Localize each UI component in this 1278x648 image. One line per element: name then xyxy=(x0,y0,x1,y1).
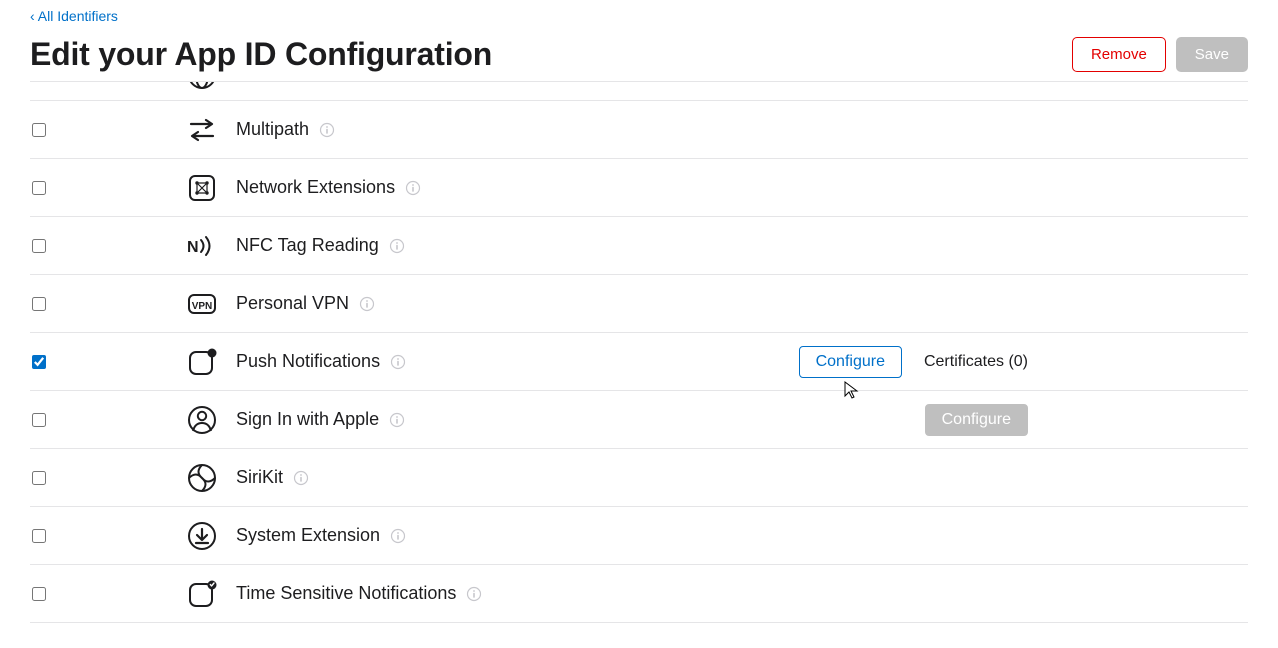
sign-in-with-apple-icon xyxy=(186,404,218,436)
info-icon[interactable] xyxy=(389,238,405,254)
capability-label: Multipath xyxy=(236,119,309,140)
configure-button-disabled: Configure xyxy=(925,404,1028,436)
capability-label: Push Notifications xyxy=(236,351,380,372)
page-header: Edit your App ID Configuration Remove Sa… xyxy=(30,36,1248,73)
back-link-label: All Identifiers xyxy=(38,8,118,24)
capability-label: Network Extensions xyxy=(236,177,395,198)
push-notifications-icon xyxy=(186,346,218,378)
info-icon[interactable] xyxy=(405,180,421,196)
capability-row-sign-in-with-apple: Sign In with Apple Configure xyxy=(30,391,1248,449)
header-actions: Remove Save xyxy=(1072,37,1248,72)
capability-label: NFC Tag Reading xyxy=(236,235,379,256)
capability-checkbox[interactable] xyxy=(32,181,46,195)
info-icon[interactable] xyxy=(359,296,375,312)
vpn-icon xyxy=(186,288,218,320)
info-icon[interactable] xyxy=(319,122,335,138)
capability-label: Time Sensitive Notifications xyxy=(236,583,456,604)
capability-row-system-extension: System Extension xyxy=(30,507,1248,565)
capability-checkbox[interactable] xyxy=(32,355,46,369)
capability-checkbox[interactable] xyxy=(32,587,46,601)
capability-row-nfc: NFC Tag Reading xyxy=(30,217,1248,275)
breadcrumb: ‹ All Identifiers xyxy=(30,0,1248,24)
capability-list: MDM Managed Associated Domains Multipath… xyxy=(30,81,1248,623)
mdm-icon xyxy=(186,81,218,91)
nfc-icon xyxy=(186,230,218,262)
info-icon[interactable] xyxy=(389,412,405,428)
time-sensitive-notifications-icon xyxy=(186,578,218,610)
capability-row-mdm: MDM Managed Associated Domains xyxy=(30,81,1248,101)
info-icon[interactable] xyxy=(293,470,309,486)
back-link[interactable]: ‹ All Identifiers xyxy=(30,8,118,24)
sirikit-icon xyxy=(186,462,218,494)
capability-row-sirikit: SiriKit xyxy=(30,449,1248,507)
capability-row-push-notifications: Push Notifications Configure Certificate… xyxy=(30,333,1248,391)
info-icon[interactable] xyxy=(390,528,406,544)
capability-checkbox[interactable] xyxy=(32,239,46,253)
capability-row-multipath: Multipath xyxy=(30,101,1248,159)
capability-checkbox[interactable] xyxy=(32,529,46,543)
capability-row-personal-vpn: Personal VPN xyxy=(30,275,1248,333)
capability-label: Sign In with Apple xyxy=(236,409,379,430)
info-icon[interactable] xyxy=(466,586,482,602)
capability-label: SiriKit xyxy=(236,467,283,488)
capability-row-network-extensions: Network Extensions xyxy=(30,159,1248,217)
capability-checkbox[interactable] xyxy=(32,123,46,137)
capability-checkbox[interactable] xyxy=(32,297,46,311)
multipath-icon xyxy=(186,114,218,146)
capability-checkbox[interactable] xyxy=(32,471,46,485)
capability-checkbox[interactable] xyxy=(32,413,46,427)
capability-label: System Extension xyxy=(236,525,380,546)
configure-button[interactable]: Configure xyxy=(799,346,902,378)
remove-button[interactable]: Remove xyxy=(1072,37,1166,72)
certificates-count: Certificates (0) xyxy=(924,353,1028,371)
capability-label: Personal VPN xyxy=(236,293,349,314)
page-title: Edit your App ID Configuration xyxy=(30,36,492,73)
save-button: Save xyxy=(1176,37,1248,72)
capability-row-time-sensitive-notifications: Time Sensitive Notifications xyxy=(30,565,1248,623)
network-extensions-icon xyxy=(186,172,218,204)
info-icon[interactable] xyxy=(390,354,406,370)
system-extension-icon xyxy=(186,520,218,552)
